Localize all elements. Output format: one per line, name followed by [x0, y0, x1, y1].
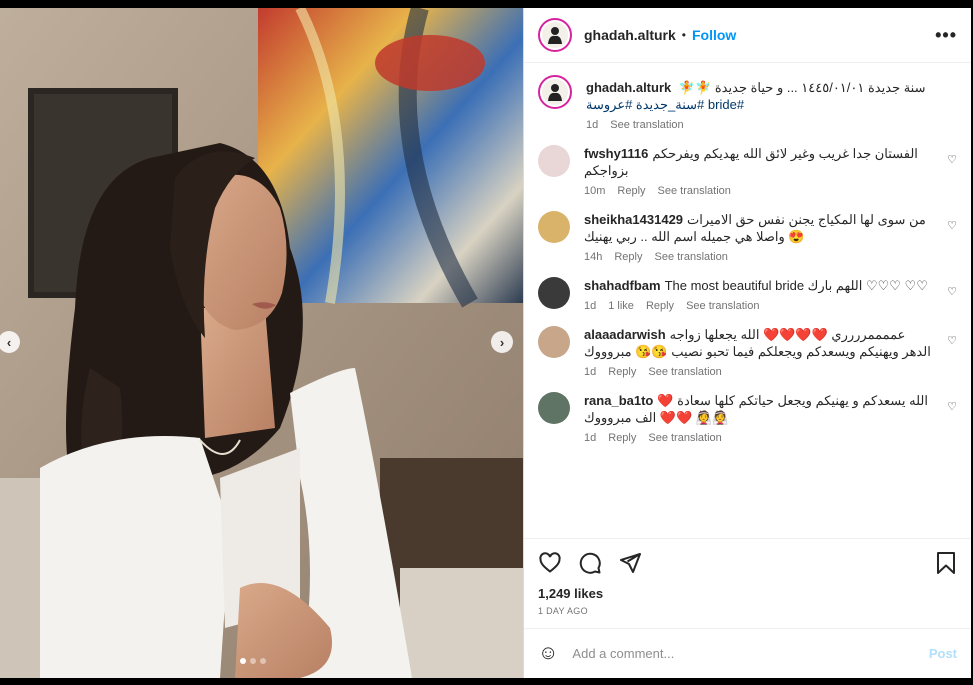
see-translation-link[interactable]: See translation — [686, 300, 759, 312]
caption-username[interactable]: ghadah.alturk — [586, 80, 671, 95]
add-comment-bar: ☺ Post — [524, 628, 971, 678]
see-translation-link[interactable]: See translation — [648, 366, 721, 378]
commenter-avatar[interactable] — [538, 211, 570, 243]
post-comment-button[interactable]: Post — [929, 646, 957, 661]
comment-row: shahadfbam The most beautiful bride اللهم… — [538, 277, 957, 312]
comment-row: alaaadarwish عممممرررري ❤️❤️❤️❤️ الله يجع… — [538, 326, 957, 378]
comment-bubble-icon[interactable] — [578, 551, 602, 575]
comment-time: 1d — [584, 366, 597, 378]
reply-link[interactable]: Reply — [608, 432, 636, 444]
caption-hashtags[interactable]: #bride #سنة_جديدة #عروسة — [586, 96, 937, 113]
post-photo[interactable]: ‹ › — [0, 8, 523, 678]
save-bookmark-icon[interactable] — [935, 551, 957, 575]
comment-input[interactable] — [572, 646, 929, 661]
emoji-picker-icon[interactable]: ☺ — [538, 642, 558, 665]
see-translation-link[interactable]: See translation — [648, 432, 721, 444]
chevron-left-icon: ‹ — [6, 334, 12, 350]
commenter-avatar[interactable] — [538, 326, 570, 358]
post-details-panel: ghadah.alturk • Follow ••• ghadah.alturk… — [523, 8, 971, 678]
caption: ghadah.alturk 🧚🧚 سنة جديدة ١٤٤٥/٠١/٠١ ..… — [538, 75, 957, 131]
comment-row: sheikha1431429 من سوى لها المكياج يجنن نف… — [538, 211, 957, 263]
comment-row: fwshy1116 الفستان جدا غريب وغير لائق الله… — [538, 145, 957, 197]
comment-like-heart-icon[interactable]: ♡ — [947, 153, 957, 166]
commenter-username[interactable]: sheikha1431429 — [584, 212, 683, 227]
comment-like-heart-icon[interactable]: ♡ — [947, 219, 957, 232]
comment-text: The most beautiful bride اللهم بارك ♡♡♡ … — [664, 278, 928, 293]
post-date: 1 DAY AGO — [538, 606, 588, 616]
like-heart-icon[interactable] — [538, 551, 562, 575]
comment-time: 1d — [584, 300, 597, 312]
carousel-indicator — [240, 658, 266, 664]
next-photo-button[interactable]: › — [491, 331, 513, 353]
carousel-dot — [240, 658, 246, 664]
chevron-right-icon: › — [499, 334, 505, 350]
caption-time: 1d — [586, 119, 599, 131]
avatar-silhouette-icon — [548, 84, 562, 101]
share-paper-plane-icon[interactable] — [618, 551, 642, 575]
commenter-avatar[interactable] — [538, 392, 570, 424]
see-translation-link[interactable]: See translation — [610, 119, 683, 131]
comment-like-heart-icon[interactable]: ♡ — [947, 285, 957, 298]
more-options-icon[interactable]: ••• — [935, 25, 957, 46]
author-username[interactable]: ghadah.alturk — [584, 27, 676, 43]
comment-time: 10m — [584, 185, 606, 197]
avatar-silhouette-icon — [548, 27, 562, 44]
caption-emoji: 🧚🧚 — [678, 80, 712, 95]
author-avatar[interactable] — [538, 18, 572, 52]
likes-count[interactable]: 1,249 likes — [524, 586, 971, 606]
caption-avatar[interactable] — [538, 75, 572, 109]
photo-image — [0, 8, 523, 678]
separator-dot: • — [681, 28, 686, 42]
comment-likes[interactable]: 1 like — [608, 300, 634, 312]
follow-button[interactable]: Follow — [692, 27, 736, 43]
commenter-username[interactable]: alaaadarwish — [584, 327, 666, 342]
comment-like-heart-icon[interactable]: ♡ — [947, 334, 957, 347]
commenter-avatar[interactable] — [538, 277, 570, 309]
commenter-username[interactable]: fwshy1116 — [584, 146, 648, 161]
commenter-username[interactable]: rana_ba1to — [584, 393, 653, 408]
post-header: ghadah.alturk • Follow ••• — [524, 8, 971, 63]
reply-link[interactable]: Reply — [617, 185, 645, 197]
commenter-avatar[interactable] — [538, 145, 570, 177]
reply-link[interactable]: Reply — [614, 251, 642, 263]
caption-text: سنة جديدة ١٤٤٥/٠١/٠١ ... و حياة جديدة — [714, 80, 926, 95]
comment-time: 1d — [584, 432, 597, 444]
comment-row: rana_ba1to الله يسعدكم و يهنيكم ويجعل حيا… — [538, 392, 957, 444]
comment-like-heart-icon[interactable]: ♡ — [947, 400, 957, 413]
see-translation-link[interactable]: See translation — [658, 185, 731, 197]
reply-link[interactable]: Reply — [646, 300, 674, 312]
post-modal: ‹ › ghadah.alturk • Follow ••• ghadah.al… — [0, 8, 971, 678]
comment-time: 14h — [584, 251, 603, 263]
carousel-dot — [260, 658, 266, 664]
comments-list[interactable]: ghadah.alturk 🧚🧚 سنة جديدة ١٤٤٥/٠١/٠١ ..… — [524, 63, 971, 538]
post-actions — [524, 538, 971, 586]
reply-link[interactable]: Reply — [608, 366, 636, 378]
see-translation-link[interactable]: See translation — [654, 251, 727, 263]
commenter-username[interactable]: shahadfbam — [584, 278, 661, 293]
carousel-dot — [250, 658, 256, 664]
